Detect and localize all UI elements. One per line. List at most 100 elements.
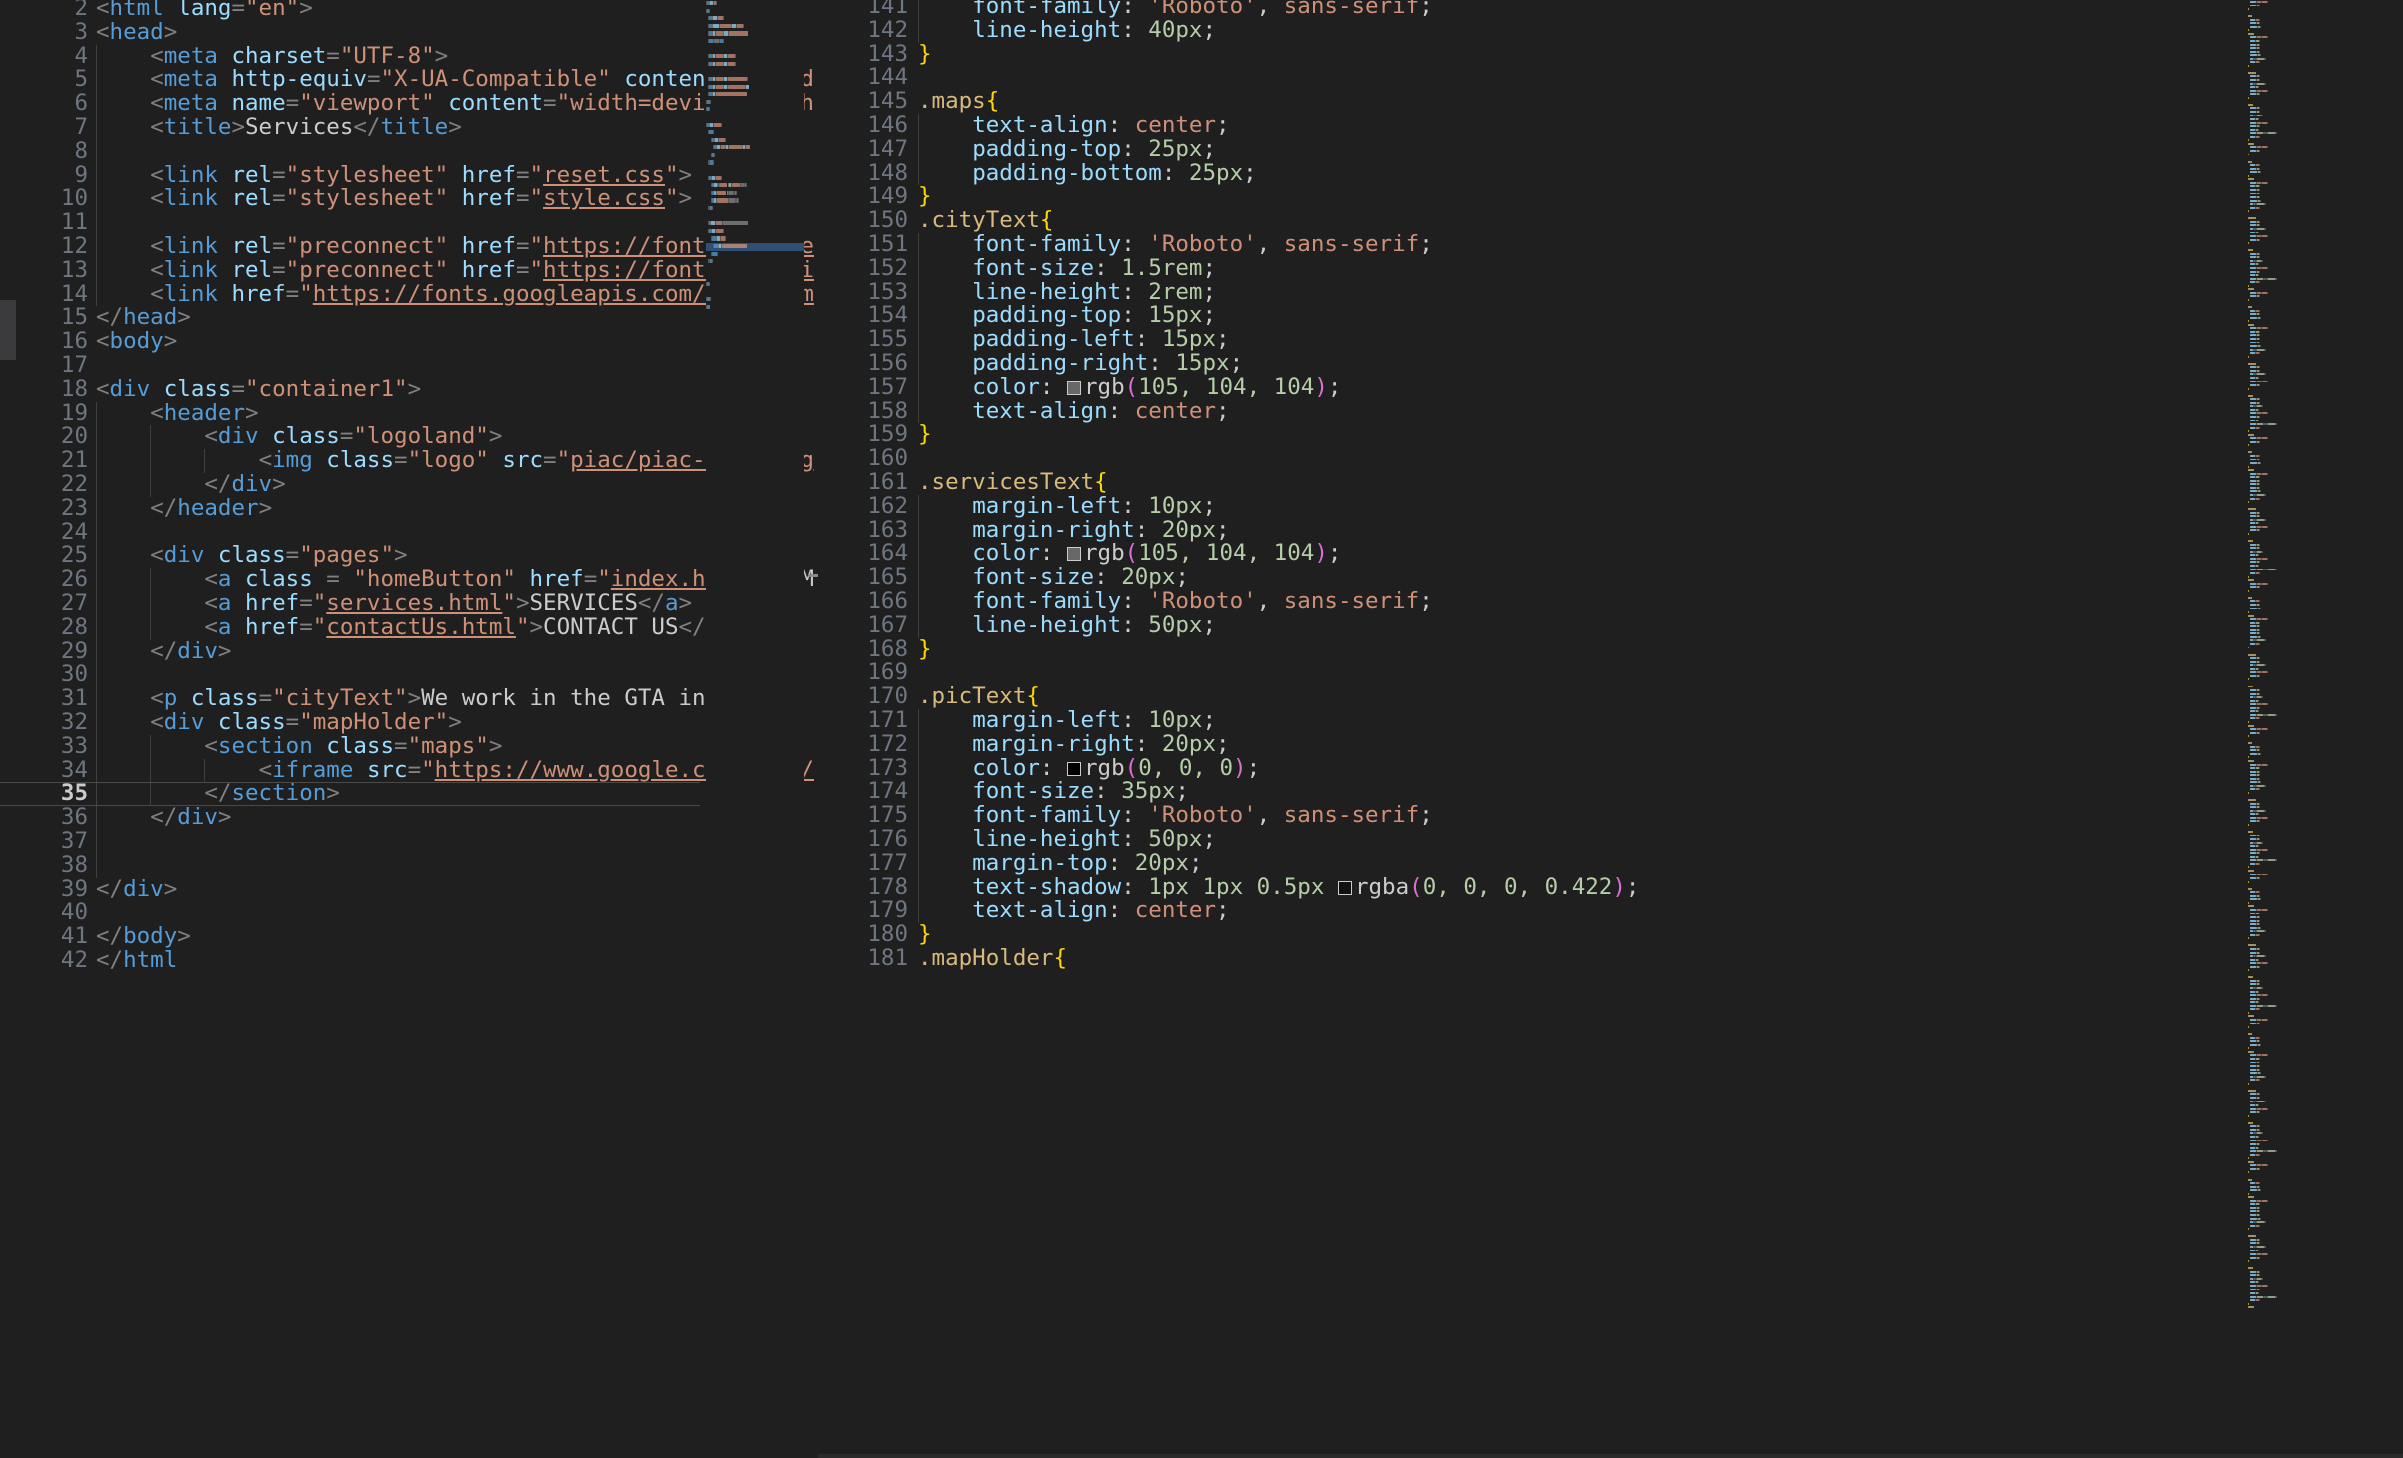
css-minimap[interactable] (2248, 0, 2388, 1458)
minimap-line (706, 296, 804, 304)
code-line[interactable]: } (918, 637, 932, 662)
code-line[interactable]: <title>Services</title> (96, 115, 462, 140)
code-token: margin-top (972, 849, 1108, 876)
indent-guide (96, 235, 97, 259)
code-line[interactable] (96, 663, 150, 687)
html-editor-scrollbar-thumb[interactable] (0, 300, 16, 360)
code-line[interactable]: <head> (96, 18, 177, 45)
code-line[interactable]: <body> (96, 329, 177, 354)
code-line[interactable] (96, 830, 150, 854)
code-line[interactable]: line-height: 2rem; (918, 280, 1216, 305)
code-line[interactable]: } (918, 184, 932, 209)
code-line[interactable]: </div> (96, 472, 285, 497)
line-number: 146 (867, 112, 908, 138)
css-minimap-scrollbar[interactable] (2388, 0, 2402, 1458)
code-line[interactable]: </html (96, 948, 177, 973)
code-line[interactable]: color: rgb(0, 0, 0); (918, 756, 1260, 781)
code-line[interactable]: color: rgb(105, 104, 104); (918, 375, 1341, 400)
code-line[interactable]: margin-right: 20px; (918, 516, 1229, 543)
code-line[interactable]: } (918, 42, 932, 67)
code-line[interactable]: <html lang="en"> (96, 0, 313, 21)
code-line[interactable]: margin-left: 10px; (918, 708, 1216, 733)
code-line[interactable]: <div class="pages"> (96, 542, 407, 568)
code-line[interactable]: padding-bottom: 25px; (918, 161, 1256, 186)
indent-guide (150, 758, 152, 783)
minimap-token (713, 122, 722, 127)
minimap-token (715, 61, 724, 66)
code-line[interactable]: padding-top: 25px; (918, 137, 1216, 162)
code-line[interactable] (96, 854, 150, 878)
code-line[interactable] (96, 521, 150, 545)
code-line[interactable]: .mapHolder{ (918, 946, 1067, 971)
color-swatch-icon[interactable] (1067, 380, 1082, 395)
code-line[interactable]: text-shadow: 1px 1px 0.5px rgba(0, 0, 0,… (918, 873, 1639, 900)
code-line[interactable]: <div class="logoland"> (96, 424, 502, 449)
code-line[interactable] (96, 211, 150, 235)
code-line[interactable]: <link rel="stylesheet" href="style.css"> (96, 185, 692, 211)
code-line[interactable]: color: rgb(105, 104, 104); (918, 541, 1341, 566)
code-line[interactable]: } (918, 922, 932, 947)
code-line[interactable]: line-height: 50px; (918, 611, 1216, 638)
editor-pane-html[interactable]: 2 3 4 5 6 7 8 9 10 11 12 13 14 15 16 17 18 19 20 21 22 23 24 25… (0, 0, 818, 1458)
code-line[interactable]: padding-right: 15px; (918, 351, 1243, 376)
code-line[interactable]: padding-left: 15px; (918, 327, 1229, 352)
editor-pane-css[interactable]: 141 142 143 144 145 146 147 148 149 150 151 152 153 1… (818, 0, 2403, 1458)
code-line[interactable]: font-size: 20px; (918, 565, 1189, 590)
code-token: body (123, 923, 178, 950)
code-token: : (1134, 516, 1162, 543)
code-token: head (109, 18, 164, 45)
code-line[interactable]: </div> (96, 877, 177, 902)
indent-guide (918, 613, 919, 638)
code-token: : (1121, 611, 1149, 638)
code-line[interactable]: <section class="maps"> (96, 734, 502, 759)
code-line[interactable]: </body> (96, 923, 191, 950)
code-line[interactable]: margin-right: 20px; (918, 732, 1229, 757)
html-editor-scrollbar[interactable] (0, 0, 16, 1458)
code-line[interactable]: <meta charset="UTF-8"> (96, 44, 448, 69)
color-swatch-icon[interactable] (1067, 761, 1082, 776)
code-line[interactable]: </header> (96, 496, 272, 521)
code-line[interactable]: margin-left: 10px; (918, 494, 1216, 519)
html-minimap[interactable] (706, 0, 804, 1458)
code-line[interactable]: .servicesText{ (918, 470, 1108, 495)
code-line[interactable]: </div> (96, 805, 231, 830)
code-line[interactable] (96, 140, 150, 164)
code-line[interactable]: <link rel="stylesheet" href="reset.css"> (96, 163, 692, 188)
code-line[interactable]: .picText{ (918, 684, 1040, 709)
minimap-token (718, 198, 728, 203)
line-number: 162 (867, 492, 908, 519)
color-swatch-icon[interactable] (1337, 880, 1352, 895)
code-line[interactable]: font-family: 'Roboto', sans-serif; (918, 803, 1433, 828)
code-line[interactable]: padding-top: 15px; (918, 303, 1216, 328)
code-line[interactable]: text-align: center; (918, 898, 1229, 923)
code-line[interactable]: font-size: 1.5rem; (918, 256, 1216, 281)
code-line[interactable]: <div class="container1"> (96, 377, 421, 402)
code-line[interactable]: <a href="services.html">SERVICES</a> (96, 591, 692, 616)
code-line[interactable]: text-align: center; (918, 399, 1229, 424)
code-line[interactable]: <header> (96, 401, 258, 426)
code-line[interactable]: text-align: center; (918, 113, 1229, 138)
code-line[interactable]: line-height: 40px; (918, 18, 1216, 43)
code-line[interactable]: font-family: 'Roboto', sans-serif; (918, 232, 1433, 257)
code-line[interactable]: margin-top: 20px; (918, 849, 1203, 876)
indent-guide (150, 615, 152, 640)
color-swatch-icon[interactable] (1067, 547, 1082, 562)
line-number: 4 (74, 42, 88, 69)
code-line[interactable]: .maps{ (918, 89, 999, 114)
line-number: 169 (867, 659, 908, 686)
code-line[interactable]: font-size: 35px; (918, 779, 1189, 804)
code-line[interactable]: </div> (96, 639, 231, 664)
code-line[interactable]: </head> (96, 305, 191, 330)
code-line[interactable]: </section> (96, 781, 339, 806)
code-line[interactable]: <div class="mapHolder"> (96, 710, 462, 735)
code-line[interactable]: font-family: 'Roboto', sans-serif; (918, 589, 1433, 614)
code-line[interactable]: line-height: 50px; (918, 827, 1216, 852)
code-token: ; (1188, 849, 1203, 876)
code-line[interactable]: } (918, 422, 932, 447)
code-line[interactable]: <a href="contactUs.html">CONTACT US</a> (96, 615, 732, 640)
code-token: ) (1612, 873, 1626, 900)
code-line[interactable]: .cityText{ (918, 208, 1053, 233)
code-token: 20px (1161, 516, 1217, 543)
